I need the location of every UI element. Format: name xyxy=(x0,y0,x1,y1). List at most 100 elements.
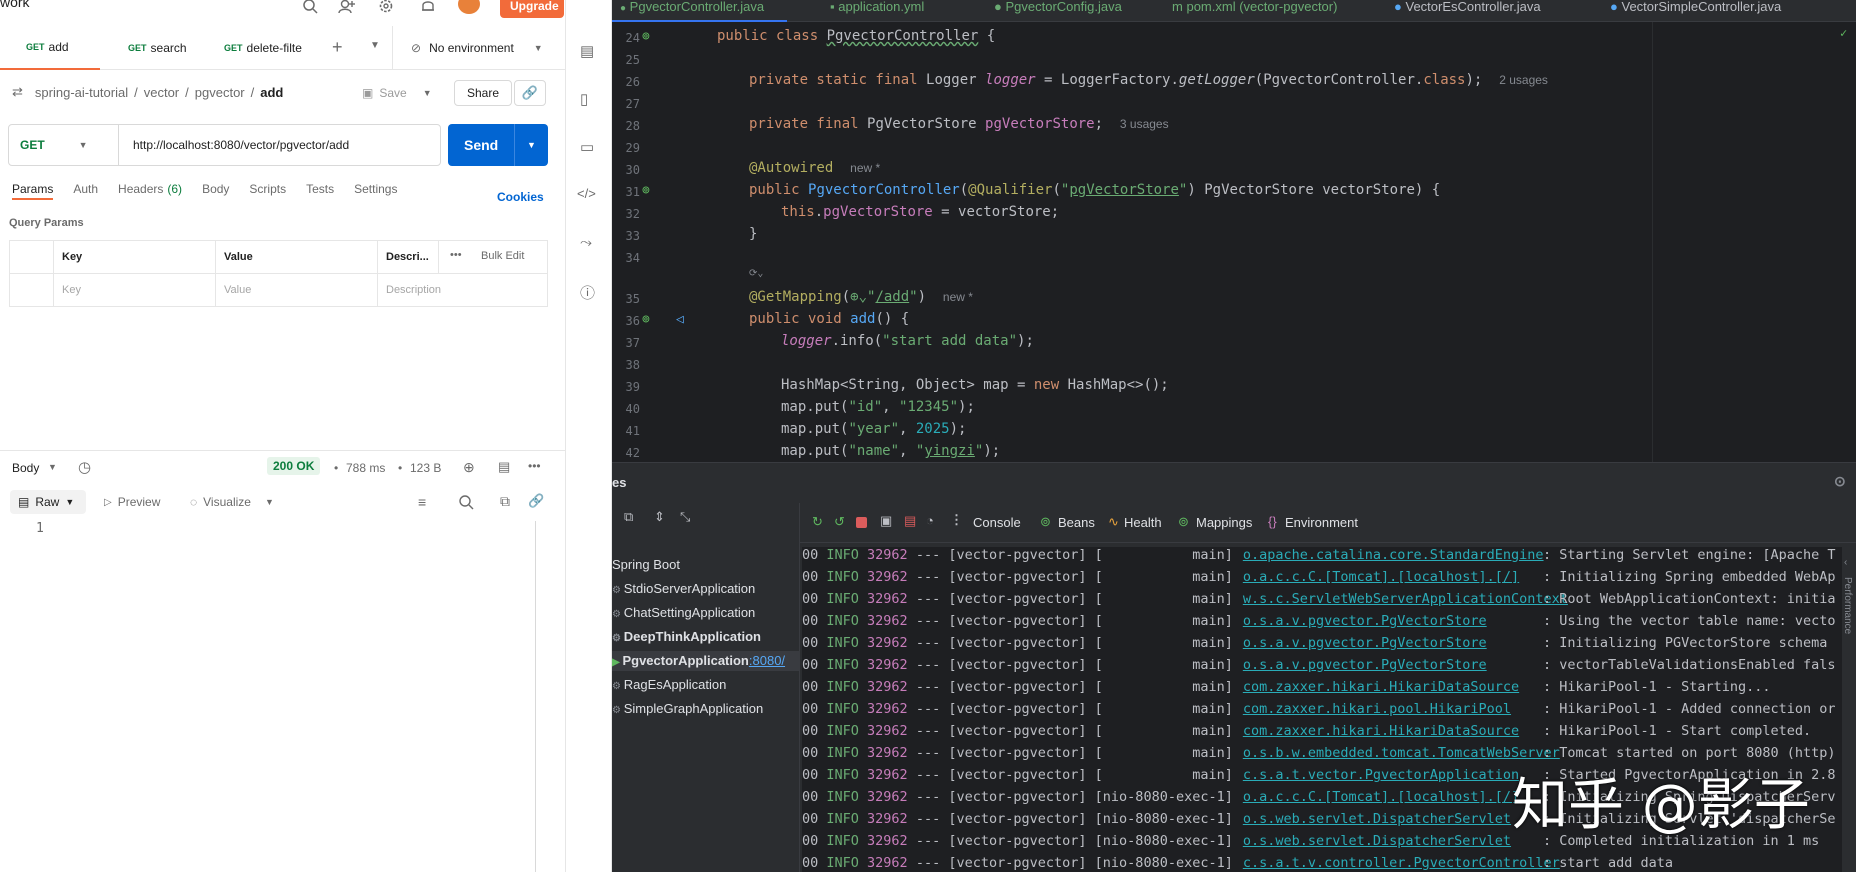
tab-settings[interactable]: Settings xyxy=(354,182,397,200)
tab-mappings[interactable]: Mappings xyxy=(1196,515,1252,530)
performance-sidebar[interactable]: ‹ Performance xyxy=(1842,547,1856,872)
author-hint[interactable]: new * xyxy=(943,290,973,304)
info-icon[interactable]: ⓘ xyxy=(580,282,595,303)
bean-gutter-icon[interactable]: ⊚ xyxy=(642,183,650,198)
tab-tests[interactable]: Tests xyxy=(306,182,334,200)
tab-health[interactable]: Health xyxy=(1124,515,1162,530)
tab-delete-filte[interactable]: GET delete-filte xyxy=(224,26,320,70)
collapse-all-icon[interactable]: ⤡ xyxy=(680,509,690,525)
tree-item[interactable]: ⚙ StdioServerApplication xyxy=(612,579,755,599)
upgrade-button[interactable]: Upgrade ▼ xyxy=(500,0,564,18)
author-hint[interactable]: new * xyxy=(850,161,880,175)
file-tab[interactable]: ● VectorSimpleController.java xyxy=(1610,0,1781,22)
camera-icon[interactable]: ▣ xyxy=(880,513,892,529)
bell-icon[interactable] xyxy=(420,0,436,14)
log-logger[interactable]: o.a.c.c.C.[Tomcat].[localhost].[/] xyxy=(1243,569,1535,585)
log-logger[interactable]: o.apache.catalina.core.StandardEngine xyxy=(1243,547,1544,563)
check-icon[interactable]: ✓ xyxy=(1840,26,1847,40)
log-logger[interactable]: c.s.a.t.v.controller.PgvectorController xyxy=(1243,855,1560,871)
code-icon[interactable]: </> xyxy=(577,186,596,201)
tab-headers[interactable]: Headers xyxy=(118,182,163,200)
tab-scripts[interactable]: Scripts xyxy=(249,182,286,200)
rerun-icon[interactable]: ↻ xyxy=(812,514,823,530)
response-size[interactable]: 123 B xyxy=(410,461,441,475)
visualize-button[interactable]: ◌ Visualize ▼ xyxy=(190,495,274,509)
tree-item[interactable]: ⚙ ChatSettingApplication xyxy=(612,603,755,623)
usages-hint[interactable]: 2 usages xyxy=(1499,73,1548,87)
chevron-down-icon[interactable]: ▼ xyxy=(514,124,548,166)
send-button[interactable]: Send ▼ xyxy=(448,124,548,166)
log-logger[interactable]: o.a.c.c.C.[Tomcat].[localhost].[/] xyxy=(1243,789,1535,805)
file-tab[interactable]: ● VectorEsController.java xyxy=(1394,0,1541,22)
tab-environment[interactable]: Environment xyxy=(1285,515,1358,530)
breadcrumb-item[interactable]: pgvector xyxy=(195,85,245,100)
search-icon[interactable] xyxy=(302,0,318,14)
share-button[interactable]: Share xyxy=(454,80,512,106)
globe-icon[interactable]: ⊕ xyxy=(463,459,475,476)
response-time[interactable]: 788 ms xyxy=(346,461,385,475)
raw-format-select[interactable]: ▤ Raw ▼ xyxy=(10,490,86,514)
log-logger[interactable]: com.zaxxer.hikari.HikariDataSource xyxy=(1243,723,1535,739)
usages-hint[interactable]: 3 usages xyxy=(1120,117,1169,131)
copy-link-button[interactable]: 🔗 xyxy=(514,80,546,106)
breadcrumb-item[interactable]: vector xyxy=(144,85,179,100)
save-response-icon[interactable]: ▤ xyxy=(498,459,510,475)
log-logger[interactable]: o.s.a.v.pgvector.PgVectorStore xyxy=(1243,635,1535,651)
status-badge[interactable]: 200 OK xyxy=(267,457,321,475)
value-input[interactable]: Value xyxy=(215,273,378,307)
link-icon[interactable]: 🔗 xyxy=(528,493,544,509)
bulk-edit-button[interactable]: Bulk Edit xyxy=(481,250,524,262)
log-logger[interactable]: o.s.b.w.embedded.tomcat.TomcatWebServer xyxy=(1243,745,1560,761)
log-logger[interactable]: o.s.a.v.pgvector.PgVectorStore xyxy=(1243,613,1535,629)
bean-gutter-icon[interactable]: ⊚ xyxy=(642,29,650,44)
code-editor[interactable]: 24 25 26 27 28 29 30 31 32 33 34 35 36 3… xyxy=(612,22,1856,462)
tree-item[interactable]: ⚙ RagEsApplication xyxy=(612,675,726,695)
comments-icon[interactable]: ▭ xyxy=(580,138,594,156)
file-tab-active[interactable]: ● PgvectorController.java xyxy=(612,0,787,22)
wrap-lines-icon[interactable]: ≡ xyxy=(418,494,426,510)
workspace-label[interactable]: work xyxy=(0,0,30,10)
gear-icon[interactable] xyxy=(378,0,394,14)
log-logger[interactable]: c.s.a.t.vector.PgvectorApplication xyxy=(1243,767,1535,783)
file-tab[interactable]: m pom.xml (vector-pgvector) xyxy=(1172,0,1337,22)
port-link[interactable]: :8080/ xyxy=(749,653,785,668)
avatar[interactable] xyxy=(458,0,480,14)
preview-button[interactable]: ▷ Preview xyxy=(104,495,160,509)
chevron-down-icon[interactable]: ▼ xyxy=(48,462,57,472)
file-tab[interactable]: ▪ application.yml xyxy=(830,0,924,22)
chevron-down-icon[interactable]: ▼ xyxy=(423,88,432,98)
restart-icon[interactable]: ↺ xyxy=(834,514,845,530)
more-icon[interactable]: ⋮ xyxy=(950,512,963,528)
tab-console[interactable]: Console xyxy=(973,515,1021,530)
profiler-icon[interactable]: ◔ xyxy=(926,513,934,528)
tree-item[interactable]: ⚙ DeepThinkApplication xyxy=(612,627,761,647)
add-tab-icon[interactable]: + xyxy=(332,37,343,58)
file-tab[interactable]: ● PgvectorConfig.java xyxy=(994,0,1122,22)
send-request-icon[interactable]: ◁ xyxy=(676,312,684,327)
tab-search[interactable]: GET search xyxy=(128,26,214,70)
related-icon[interactable]: ⤳ xyxy=(580,234,592,251)
stop-icon[interactable] xyxy=(856,517,867,528)
tree-item[interactable]: ⚙ SimpleGraphApplication xyxy=(612,699,763,719)
log-logger[interactable]: w.s.c.ServletWebServerApplicationContext xyxy=(1243,591,1568,607)
more-icon[interactable]: ••• xyxy=(450,249,462,261)
documentation-icon[interactable]: ▤ xyxy=(580,42,594,60)
tab-add[interactable]: GET add xyxy=(0,26,100,70)
chevron-down-icon[interactable]: ▼ xyxy=(370,40,380,51)
copy-icon[interactable]: ⧉ xyxy=(500,493,510,510)
chevron-down-icon[interactable]: ▼ xyxy=(265,497,274,507)
file-icon[interactable]: ▯ xyxy=(580,90,588,108)
history-icon[interactable]: ◷ xyxy=(78,458,91,476)
settings-icon[interactable]: ⊙ xyxy=(1834,473,1846,490)
log-logger[interactable]: o.s.web.servlet.DispatcherServlet xyxy=(1243,833,1535,849)
log-logger[interactable]: o.s.web.servlet.DispatcherServlet xyxy=(1243,811,1535,827)
key-input[interactable]: Key xyxy=(53,273,216,307)
url-input[interactable]: http://localhost:8080/vector/pgvector/ad… xyxy=(119,138,349,152)
method-select[interactable]: GET ▼ xyxy=(9,125,119,165)
tree-item-selected[interactable]: ▶ PgvectorApplication:8080/ xyxy=(612,651,800,671)
environment-selector[interactable]: ⊘ No environment ▼ xyxy=(392,26,565,70)
ai-hint-icon[interactable]: ⟳⌄ xyxy=(749,268,763,279)
more-icon[interactable]: ••• xyxy=(528,459,541,473)
log-logger[interactable]: o.s.a.v.pgvector.PgVectorStore xyxy=(1243,657,1535,673)
dump-icon[interactable]: ▤ xyxy=(904,513,916,529)
